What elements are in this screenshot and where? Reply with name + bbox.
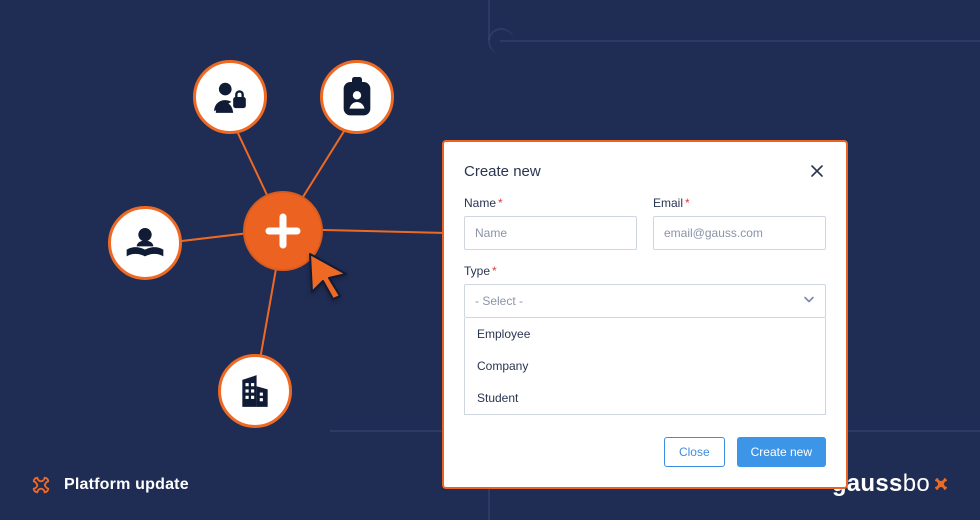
cursor-icon	[306, 252, 350, 300]
close-icon	[809, 163, 825, 179]
email-label-text: Email	[653, 196, 683, 210]
user-lock-icon	[211, 78, 249, 116]
building-icon	[236, 372, 274, 410]
email-placeholder: email@gauss.com	[664, 226, 763, 240]
chevron-down-icon	[803, 294, 815, 309]
create-new-dialog: Create new Name* Name Email* email@gauss…	[442, 140, 848, 489]
create-new-button[interactable]: Create new	[737, 437, 826, 467]
type-options: Employee Company Student	[464, 318, 826, 415]
brand-thin: bo	[903, 470, 930, 497]
type-option-company[interactable]: Company	[465, 350, 825, 382]
name-label-text: Name	[464, 196, 496, 210]
plus-icon	[262, 210, 304, 252]
brand-x-icon	[932, 475, 950, 493]
reader-icon	[125, 225, 165, 261]
close-button[interactable]	[808, 162, 826, 180]
name-placeholder: Name	[475, 226, 507, 240]
type-option-student[interactable]: Student	[465, 382, 825, 414]
name-label: Name*	[464, 196, 637, 210]
dialog-title: Create new	[464, 163, 541, 180]
type-selected: - Select -	[475, 294, 523, 308]
email-field[interactable]: email@gauss.com	[653, 216, 826, 250]
node-building	[218, 354, 292, 428]
footer-label: Platform update	[64, 476, 189, 494]
type-label-text: Type	[464, 264, 490, 278]
type-select[interactable]: - Select -	[464, 284, 826, 318]
brand-logo: gaussbo	[832, 470, 950, 498]
required-mark: *	[498, 196, 503, 210]
name-field[interactable]: Name	[464, 216, 637, 250]
email-label: Email*	[653, 196, 826, 210]
node-user-lock	[193, 60, 267, 134]
required-mark: *	[492, 264, 497, 278]
type-option-employee[interactable]: Employee	[465, 318, 825, 350]
node-reader	[108, 206, 182, 280]
close-action-button[interactable]: Close	[664, 437, 725, 467]
type-label: Type*	[464, 264, 826, 278]
id-badge-icon	[339, 77, 375, 117]
required-mark: *	[685, 196, 690, 210]
brand-mark-icon	[30, 474, 52, 496]
footer-badge: Platform update	[30, 474, 189, 496]
node-id-badge	[320, 60, 394, 134]
